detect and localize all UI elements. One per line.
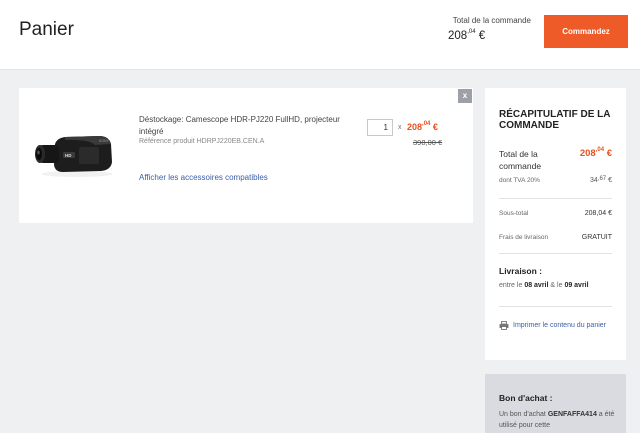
voucher-title: Bon d'achat :: [499, 393, 553, 403]
cart-item: x HD SONY Déstockage: Camescope HDR-PJ22…: [19, 88, 473, 223]
page-title: Panier: [19, 19, 74, 40]
subtotal-value: 208,04 €: [584, 210, 612, 217]
summary-divider: [499, 253, 612, 254]
summary-total-label: Total de la commande: [499, 149, 542, 171]
printer-icon[interactable]: [499, 321, 509, 330]
product-name-link[interactable]: Déstockage: Camescope HDR-PJ220 FullHD, …: [139, 114, 359, 137]
quantity-multiplier: x: [398, 124, 402, 131]
order-summary: RÉCAPITULATIF DE LA COMMANDE Total de la…: [485, 88, 626, 360]
order-total-value: 208,04 €: [448, 29, 486, 42]
voucher-panel: Bon d'achat : Un bon d'achat GENFAFFA414…: [485, 374, 626, 433]
unit-price: 208,04 €: [407, 121, 438, 132]
shipping-value: GRATUIT: [581, 234, 612, 241]
order-total-label: Total de la commande: [452, 16, 531, 25]
subtotal-label: Sous-total: [499, 210, 529, 217]
accessories-link[interactable]: Afficher les accessoires compatibles: [139, 173, 268, 182]
quantity-input[interactable]: [367, 119, 393, 136]
shipping-label: Frais de livraison: [499, 234, 549, 241]
page-header: Panier Total de la commande 208,04 € Com…: [0, 0, 640, 70]
summary-total-value: 208,04 €: [579, 147, 612, 159]
product-reference: Référence produit HDRPJ220EB.CEN.A: [139, 138, 265, 145]
svg-text:SONY: SONY: [99, 139, 110, 143]
delivery-title: Livraison :: [499, 266, 542, 276]
remove-item-button[interactable]: x: [458, 89, 472, 103]
tva-value: 34,67 €: [590, 176, 612, 184]
voucher-text: Un bon d'achat GENFAFFA414 a été utilisé…: [499, 411, 615, 429]
old-price: 398,00 €: [413, 138, 443, 147]
svg-text:HD: HD: [65, 153, 72, 158]
print-cart-link[interactable]: Imprimer le contenu du panier: [513, 320, 613, 332]
summary-divider: [499, 306, 612, 307]
voucher-code: GENFAFFA414: [547, 411, 597, 418]
order-button[interactable]: Commandez: [544, 15, 628, 48]
tva-label: dont TVA 20%: [499, 177, 540, 184]
camcorder-product-image[interactable]: HD SONY: [33, 128, 118, 180]
delivery-dates: entre le 08 avril & le 09 avril: [499, 282, 589, 289]
summary-title: RÉCAPITULATIF DE LA COMMANDE: [499, 109, 611, 131]
summary-divider: [499, 198, 612, 199]
